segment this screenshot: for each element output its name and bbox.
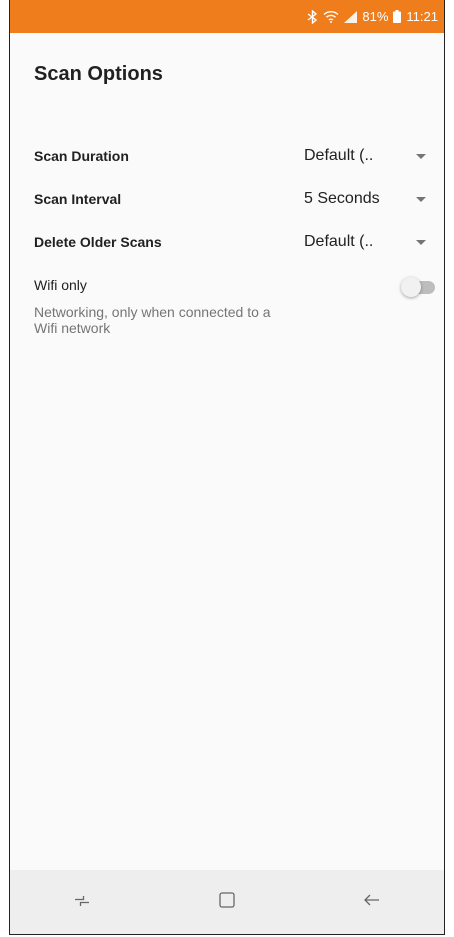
- bluetooth-icon: [307, 9, 318, 24]
- delete-older-scans-value: Default (..: [304, 233, 374, 250]
- scan-interval-dropdown[interactable]: 5 Seconds: [304, 190, 439, 208]
- delete-older-scans-dropdown[interactable]: Default (..: [304, 233, 439, 251]
- switch-thumb: [401, 277, 421, 297]
- scan-interval-row: Scan Interval 5 Seconds: [34, 181, 439, 217]
- recents-icon: [73, 891, 91, 914]
- battery-icon: [393, 10, 402, 23]
- signal-icon: [344, 10, 358, 23]
- status-bar: 81% 11:21: [10, 0, 444, 33]
- battery-percent: 81%: [362, 9, 389, 24]
- page-title: Scan Options: [34, 63, 163, 85]
- scan-duration-value: Default (..: [304, 147, 374, 164]
- wifi-only-description: Networking, only when connected to a Wif…: [34, 304, 271, 336]
- home-icon: [218, 891, 236, 914]
- back-button[interactable]: [347, 882, 397, 922]
- dropdown-arrow-icon: [416, 196, 426, 202]
- app-screen: 81% 11:21 Scan Options Scan Duration Def…: [9, 0, 445, 935]
- wifi-only-title: Wifi only: [34, 277, 87, 293]
- scan-duration-row: Scan Duration Default (..: [34, 138, 439, 174]
- delete-older-scans-row: Delete Older Scans Default (..: [34, 224, 439, 260]
- scan-interval-label: Scan Interval: [34, 191, 122, 207]
- recents-button[interactable]: [57, 882, 107, 922]
- dropdown-arrow-icon: [416, 153, 426, 159]
- scan-duration-label: Scan Duration: [34, 148, 129, 164]
- scan-duration-dropdown[interactable]: Default (..: [304, 147, 439, 165]
- home-button[interactable]: [202, 882, 252, 922]
- status-time: 11:21: [406, 9, 438, 24]
- back-icon: [363, 891, 381, 914]
- dropdown-arrow-icon: [416, 239, 426, 245]
- navigation-bar: [10, 870, 444, 934]
- wifi-only-switch[interactable]: [401, 277, 437, 297]
- scan-interval-value: 5 Seconds: [304, 190, 380, 207]
- delete-older-scans-label: Delete Older Scans: [34, 234, 162, 250]
- wifi-icon: [323, 10, 339, 23]
